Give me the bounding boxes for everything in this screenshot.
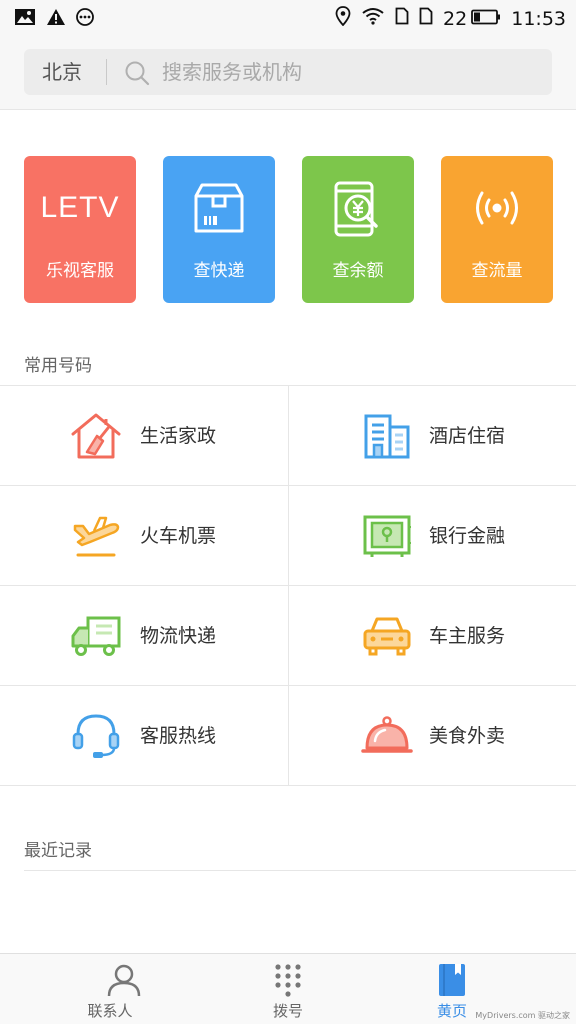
item-label: 生活家政: [140, 425, 217, 447]
divider: [106, 59, 107, 85]
location-icon: [335, 6, 351, 31]
package-icon: [163, 180, 275, 236]
airplane-icon: [70, 512, 122, 560]
item-logistics[interactable]: 物流快递: [0, 586, 288, 686]
item-food-delivery[interactable]: 美食外卖: [288, 686, 576, 786]
truck-icon: [70, 612, 122, 660]
item-label: 火车机票: [140, 525, 217, 547]
item-label: 客服热线: [140, 725, 217, 747]
signal-icon: [441, 180, 553, 236]
more-icon: [76, 8, 94, 30]
shortcut-express[interactable]: 查快递: [163, 156, 275, 303]
item-label: 银行金融: [429, 525, 506, 547]
search-input[interactable]: 搜索服务或机构: [162, 49, 302, 95]
warning-icon: [46, 8, 66, 30]
house-broom-icon: [70, 412, 122, 460]
item-home-service[interactable]: 生活家政: [0, 386, 288, 486]
common-numbers-grid: 生活家政 酒店住宿 火车机票 银行金融 物流快递 车主服务 客服热线 美食外卖: [0, 385, 576, 787]
item-label: 物流快递: [140, 625, 217, 647]
item-label: 酒店住宿: [429, 425, 506, 447]
shortcut-data-usage[interactable]: 查流量: [441, 156, 553, 303]
image-icon: [14, 8, 36, 30]
item-hotel[interactable]: 酒店住宿: [288, 386, 576, 486]
shortcut-label: 查余额: [332, 261, 384, 281]
search-icon: [124, 60, 150, 90]
shortcut-letv-service[interactable]: LETV 乐视客服: [24, 156, 136, 303]
clock: 11:53: [511, 7, 566, 30]
food-cloche-icon: [361, 712, 413, 760]
battery-icon: [471, 8, 501, 30]
shortcut-label: 查快递: [193, 261, 245, 281]
status-bar: 22 11:53: [0, 0, 576, 36]
shortcut-label: 乐视客服: [46, 261, 114, 281]
watermark: MyDrivers.com 驱动之家: [475, 1011, 570, 1020]
header: 北京 搜索服务或机构: [0, 36, 576, 110]
battery-level: 22: [443, 7, 468, 30]
section-title-common: 常用号码: [24, 356, 92, 376]
shortcut-balance[interactable]: 查余额: [302, 156, 414, 303]
divider: [24, 870, 576, 871]
letv-logo: LETV: [40, 191, 120, 224]
book-icon: [356, 963, 548, 997]
hotel-building-icon: [361, 412, 413, 460]
city-selector[interactable]: 北京: [42, 49, 82, 95]
shortcut-label: 查流量: [471, 261, 523, 281]
phone-yuan-icon: [302, 180, 414, 238]
wifi-icon: [361, 7, 385, 30]
bank-safe-icon: [361, 512, 413, 560]
item-bank-finance[interactable]: 银行金融: [288, 486, 576, 586]
item-label: 美食外卖: [429, 725, 506, 747]
headset-icon: [70, 712, 122, 760]
sim1-icon: [395, 7, 409, 30]
sim2-icon: [419, 7, 433, 30]
item-label: 车主服务: [429, 625, 506, 647]
search-bar[interactable]: 北京 搜索服务或机构: [24, 49, 552, 95]
item-train-flight[interactable]: 火车机票: [0, 486, 288, 586]
tab-label: 联系人: [87, 1002, 133, 1020]
section-title-recent: 最近记录: [24, 841, 92, 861]
item-customer-hotline[interactable]: 客服热线: [0, 686, 288, 786]
item-car-service[interactable]: 车主服务: [288, 586, 576, 686]
car-icon: [361, 612, 413, 660]
